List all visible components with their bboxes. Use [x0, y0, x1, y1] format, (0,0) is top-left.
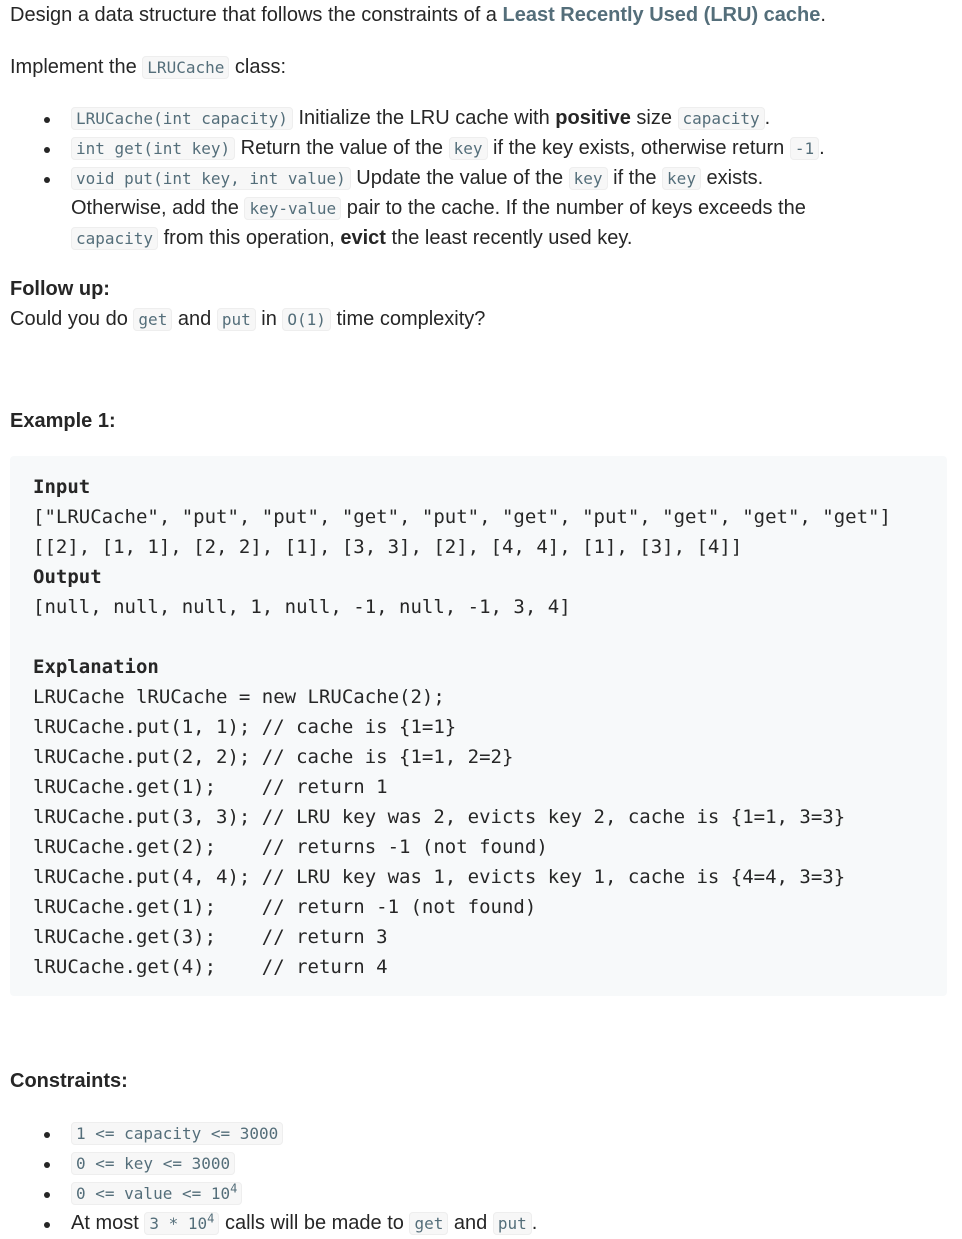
constraint-text: and — [448, 1212, 493, 1234]
method-text: Initialize the LRU cache with — [292, 107, 556, 129]
inline-code: O(1) — [282, 308, 331, 331]
explanation-label: Explanation — [33, 656, 159, 678]
inline-code: capacity — [71, 227, 159, 250]
method-get: int get(int key) Return the value of the… — [71, 133, 825, 164]
follow-up-part: and — [172, 308, 217, 330]
follow-up-text: Could you do get and put in O(1) time co… — [10, 304, 485, 335]
constraint-code: 0 <= value <= 104 — [71, 1181, 243, 1205]
inline-code: key — [568, 167, 608, 190]
inline-code: -1 — [789, 137, 820, 160]
method-text: Return the value of the — [235, 137, 449, 159]
method-text: Update the value of the — [350, 167, 569, 189]
bullet — [44, 147, 50, 153]
constraint-code: 0 <= key <= 3000 — [71, 1152, 236, 1175]
constraint-value: 0 <= value <= 104 — [71, 1178, 243, 1209]
bold-evict: evict — [340, 227, 386, 249]
constraint-calls: At most 3 * 104 calls will be made to ge… — [71, 1208, 537, 1239]
explanation-line: lRUCache.get(2); // returns -1 (not foun… — [33, 836, 548, 858]
output-line: [null, null, null, 1, null, -1, null, -1… — [33, 596, 571, 618]
explanation-line: lRUCache.get(1); // return 1 — [33, 776, 388, 798]
intro-suffix: . — [820, 4, 826, 26]
lru-cache-link[interactable]: Least Recently Used (LRU) cache — [502, 4, 820, 26]
bullet — [44, 1162, 50, 1168]
follow-up-part: time complexity? — [330, 308, 486, 330]
explanation-line: lRUCache.put(1, 1); // cache is {1=1} — [33, 716, 457, 738]
bullet — [44, 1132, 50, 1138]
implement-suffix: class: — [229, 56, 287, 78]
method-text: . — [819, 137, 825, 159]
intro-paragraph: Design a data structure that follows the… — [10, 0, 826, 30]
input-label: Input — [33, 476, 91, 498]
explanation-line: LRUCache lRUCache = new LRUCache(2); — [33, 686, 445, 708]
input-line-1: ["LRUCache", "put", "put", "get", "put",… — [33, 506, 891, 528]
bullet — [44, 1222, 50, 1228]
implement-paragraph: Implement the LRUCache class: — [10, 52, 286, 83]
constraint-key: 0 <= key <= 3000 — [71, 1148, 236, 1179]
constraint-capacity: 1 <= capacity <= 3000 — [71, 1118, 284, 1149]
explanation-line: lRUCache.put(3, 3); // LRU key was 2, ev… — [33, 806, 846, 828]
bullet — [44, 117, 50, 123]
explanation-line: lRUCache.put(2, 2); // cache is {1=1, 2=… — [33, 746, 514, 768]
explanation-line: lRUCache.get(4); // return 4 — [33, 956, 388, 978]
method-put-line3: capacity from this operation, evict the … — [71, 223, 632, 254]
explanation-line: lRUCache.put(4, 4); // LRU key was 1, ev… — [33, 866, 846, 888]
constraint-text: calls will be made to — [219, 1212, 410, 1234]
follow-up-heading: Follow up: — [10, 278, 110, 300]
input-line-2: [[2], [1, 1], [2, 2], [1], [3, 3], [2], … — [33, 536, 743, 558]
inline-code: key — [448, 137, 488, 160]
constructor-signature: LRUCache(int capacity) — [71, 107, 293, 130]
method-text: . — [764, 107, 771, 129]
method-text: Otherwise, add the — [71, 197, 245, 219]
inline-code: key-value — [244, 197, 342, 220]
class-name-code: LRUCache — [142, 56, 230, 79]
implement-text: Implement the — [10, 56, 143, 78]
constraint-base: 3 * 10 — [149, 1214, 208, 1233]
method-constructor: LRUCache(int capacity) Initialize the LR… — [71, 103, 770, 134]
inline-code: put — [492, 1212, 532, 1235]
method-text: exists. — [700, 167, 764, 189]
follow-up-part: Could you do — [10, 308, 134, 330]
follow-up-part: in — [255, 308, 283, 330]
put-signature: void put(int key, int value) — [71, 167, 351, 190]
method-text: if the key exists, otherwise return — [487, 137, 790, 159]
constraint-text: . — [531, 1212, 538, 1234]
example-heading: Example 1: — [10, 410, 116, 432]
inline-code: get — [133, 308, 173, 331]
method-text: from this operation, — [158, 227, 341, 249]
method-text: if the — [607, 167, 663, 189]
constraint-base: 0 <= value <= 10 — [76, 1184, 231, 1203]
method-put-line2: Otherwise, add the key-value pair to the… — [71, 193, 806, 224]
output-label: Output — [33, 566, 102, 588]
inline-code: key — [662, 167, 701, 190]
inline-code: get — [409, 1212, 449, 1235]
get-signature: int get(int key) — [71, 137, 236, 160]
bullet — [44, 1192, 50, 1198]
constraint-text: At most — [71, 1212, 145, 1234]
explanation-line: lRUCache.get(1); // return -1 (not found… — [33, 896, 537, 918]
method-text: size — [630, 107, 678, 129]
bold-positive: positive — [555, 107, 631, 129]
method-put: void put(int key, int value) Update the … — [71, 163, 763, 194]
constraint-code: 3 * 104 — [144, 1211, 220, 1235]
method-text: pair to the cache. If the number of keys… — [341, 197, 806, 219]
exponent: 4 — [207, 1211, 215, 1226]
method-text: the least recently used key. — [385, 227, 633, 249]
intro-text: Design a data structure that follows the… — [10, 4, 503, 26]
explanation-line: lRUCache.get(3); // return 3 — [33, 926, 388, 948]
inline-code: capacity — [677, 107, 765, 130]
constraint-code: 1 <= capacity <= 3000 — [71, 1122, 284, 1145]
inline-code: put — [216, 308, 256, 331]
exponent: 4 — [230, 1181, 238, 1196]
problem-description: Design a data structure that follows the… — [0, 0, 962, 1238]
bullet — [44, 177, 50, 183]
constraints-heading: Constraints: — [10, 1070, 128, 1092]
